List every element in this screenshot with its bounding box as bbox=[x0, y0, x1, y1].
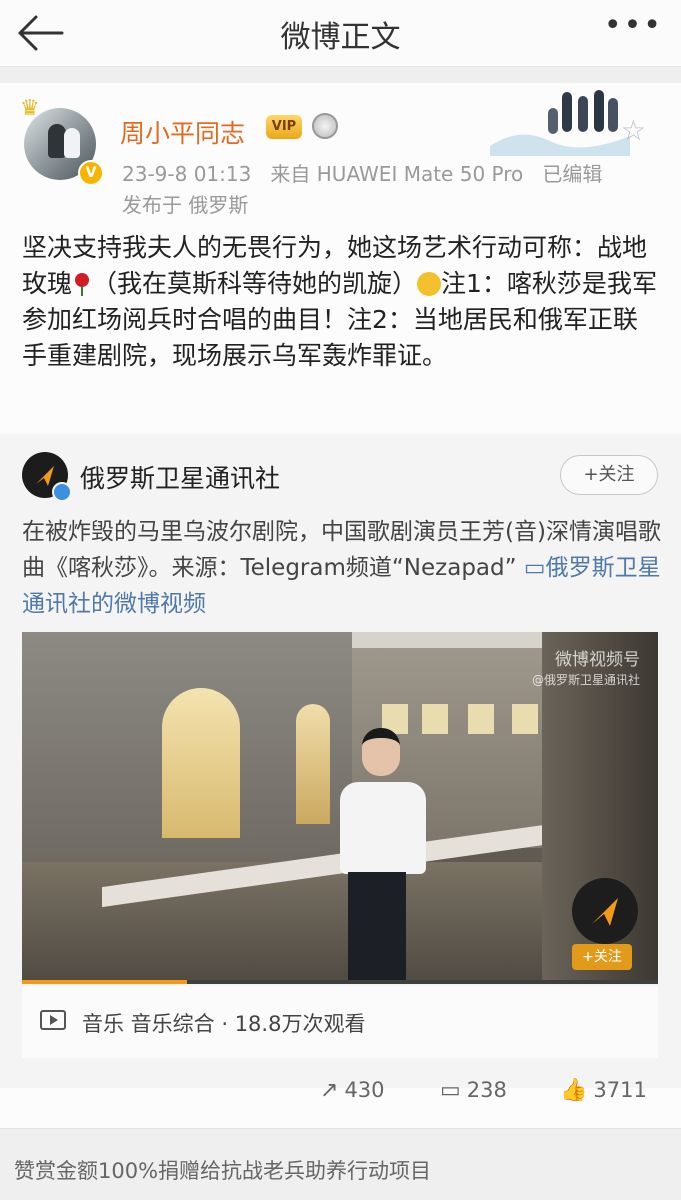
video-progress-bar[interactable] bbox=[22, 980, 658, 984]
repost-button[interactable]: ↗ 430 bbox=[320, 1078, 385, 1103]
channel-logo-icon[interactable] bbox=[572, 878, 638, 944]
video-watermark: 微博视频号 @俄罗斯卫星通讯社 bbox=[531, 650, 640, 687]
crown-icon: ♛ bbox=[20, 96, 40, 121]
verified-badge-icon: V bbox=[78, 160, 104, 186]
vip-badge[interactable]: VIP bbox=[266, 115, 302, 139]
action-bar: ↗ 430 ▭ 238 👍 3711 bbox=[0, 1074, 681, 1118]
video-follow-button[interactable]: +关注 bbox=[572, 944, 632, 970]
like-icon: 👍 bbox=[560, 1078, 588, 1103]
divider bbox=[0, 67, 681, 83]
star-icon[interactable]: ☆ bbox=[621, 114, 646, 147]
tv-icon bbox=[40, 1010, 66, 1030]
video-player[interactable]: 微博视频号 @俄罗斯卫星通讯社 +关注 bbox=[22, 632, 658, 984]
page-title: 微博正文 bbox=[280, 20, 401, 55]
post-meta: 23-9-8 01:13 来自 HUAWEI Mate 50 Pro 已编辑 bbox=[122, 158, 602, 187]
like-button[interactable]: 👍 3711 bbox=[560, 1078, 647, 1103]
repost-text: 在被炸毁的马里乌波尔剧院，中国歌剧演员王芳(音)深情演唱歌曲《喀秋莎》。来源：T… bbox=[22, 519, 661, 617]
comment-icon: ▭ bbox=[440, 1078, 461, 1103]
top-bar: 微博正文 ••• bbox=[0, 0, 681, 67]
donation-note: 赞赏金额100%捐赠给抗战老兵助养行动项目 bbox=[14, 1159, 432, 1183]
username[interactable]: 周小平同志 bbox=[120, 114, 245, 150]
rose-emoji-icon bbox=[72, 270, 92, 296]
more-options-icon[interactable]: ••• bbox=[604, 8, 663, 43]
post-location: 发布于 俄罗斯 bbox=[122, 193, 249, 217]
grin-emoji-icon bbox=[417, 272, 442, 296]
repost-icon: ↗ bbox=[320, 1078, 339, 1103]
comment-button[interactable]: ▭ 238 bbox=[440, 1078, 507, 1103]
video-info-bar: 音乐 音乐综合 · 18.8万次观看 bbox=[22, 986, 658, 1058]
medal-icon[interactable] bbox=[312, 113, 338, 139]
follow-button[interactable]: +关注 bbox=[560, 455, 658, 495]
card-decoration: ☆ bbox=[490, 86, 646, 156]
source-prefix: 来自 bbox=[270, 162, 311, 186]
verified-blue-icon bbox=[52, 482, 72, 502]
edited-label[interactable]: 已编辑 bbox=[542, 162, 602, 186]
post-text: 坚决支持我夫人的无畏行为，她这场艺术行动可称：战地玫瑰 （我在莫斯科等待她的凯旋）… bbox=[22, 233, 657, 370]
repost-author[interactable]: 俄罗斯卫星通讯社 bbox=[80, 459, 280, 495]
video-info-text: 音乐 音乐综合 · 18.8万次观看 bbox=[82, 1012, 366, 1036]
source-device[interactable]: HUAWEI Mate 50 Pro bbox=[317, 162, 523, 186]
post-time: 23-9-8 01:13 bbox=[122, 162, 252, 186]
bottom-bar: 赞赏金额100%捐赠给抗战老兵助养行动项目 bbox=[0, 1128, 681, 1200]
